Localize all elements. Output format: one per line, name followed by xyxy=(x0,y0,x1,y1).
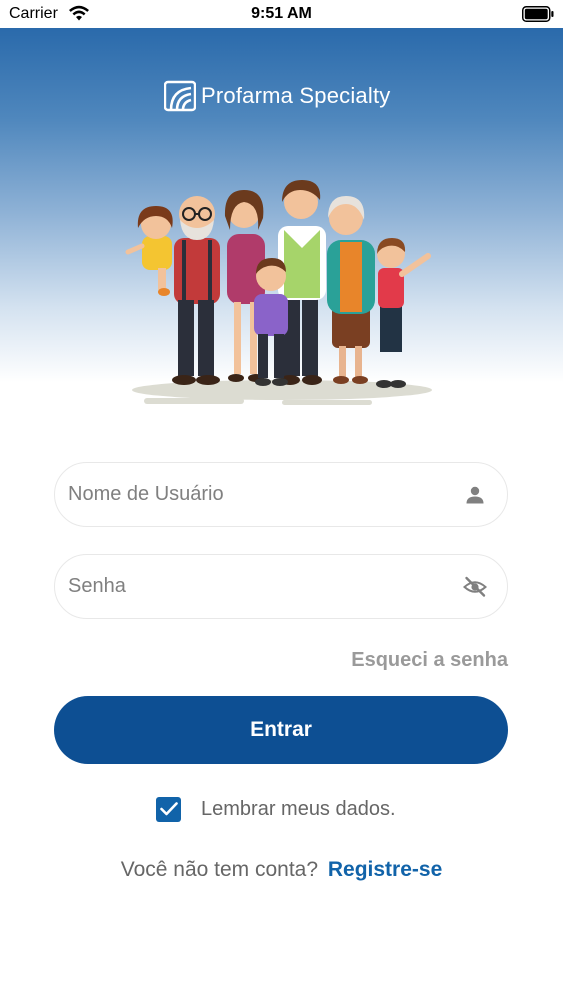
battery-icon xyxy=(522,6,554,22)
checkmark-icon xyxy=(159,802,178,816)
password-input[interactable] xyxy=(68,555,448,618)
brand-name: Profarma Specialty xyxy=(201,83,391,108)
clock: 9:51 AM xyxy=(251,5,312,22)
eye-slash-icon[interactable] xyxy=(463,575,487,599)
profarma-logo-icon xyxy=(164,80,196,112)
remember-me-checkbox[interactable] xyxy=(156,796,181,822)
family-illustration xyxy=(125,180,432,405)
status-bar: Carrier 9:51 AM xyxy=(0,0,563,28)
password-field[interactable] xyxy=(54,554,508,619)
user-icon xyxy=(466,486,484,504)
forgot-password-link[interactable]: Esqueci a senha xyxy=(351,649,508,672)
signup-question: Você não tem conta? xyxy=(120,858,319,881)
username-input[interactable] xyxy=(68,463,448,526)
signup-link[interactable]: Registre-se xyxy=(328,858,442,881)
remember-me-row[interactable]: Lembrar meus dados. xyxy=(156,796,396,822)
login-button[interactable]: Entrar xyxy=(54,696,508,764)
username-field[interactable] xyxy=(54,462,508,527)
brand-logo: Profarma Specialty xyxy=(164,80,390,112)
remember-me-label: Lembrar meus dados. xyxy=(201,797,396,820)
signup-row: Você não tem conta? Registre-se xyxy=(0,858,563,882)
